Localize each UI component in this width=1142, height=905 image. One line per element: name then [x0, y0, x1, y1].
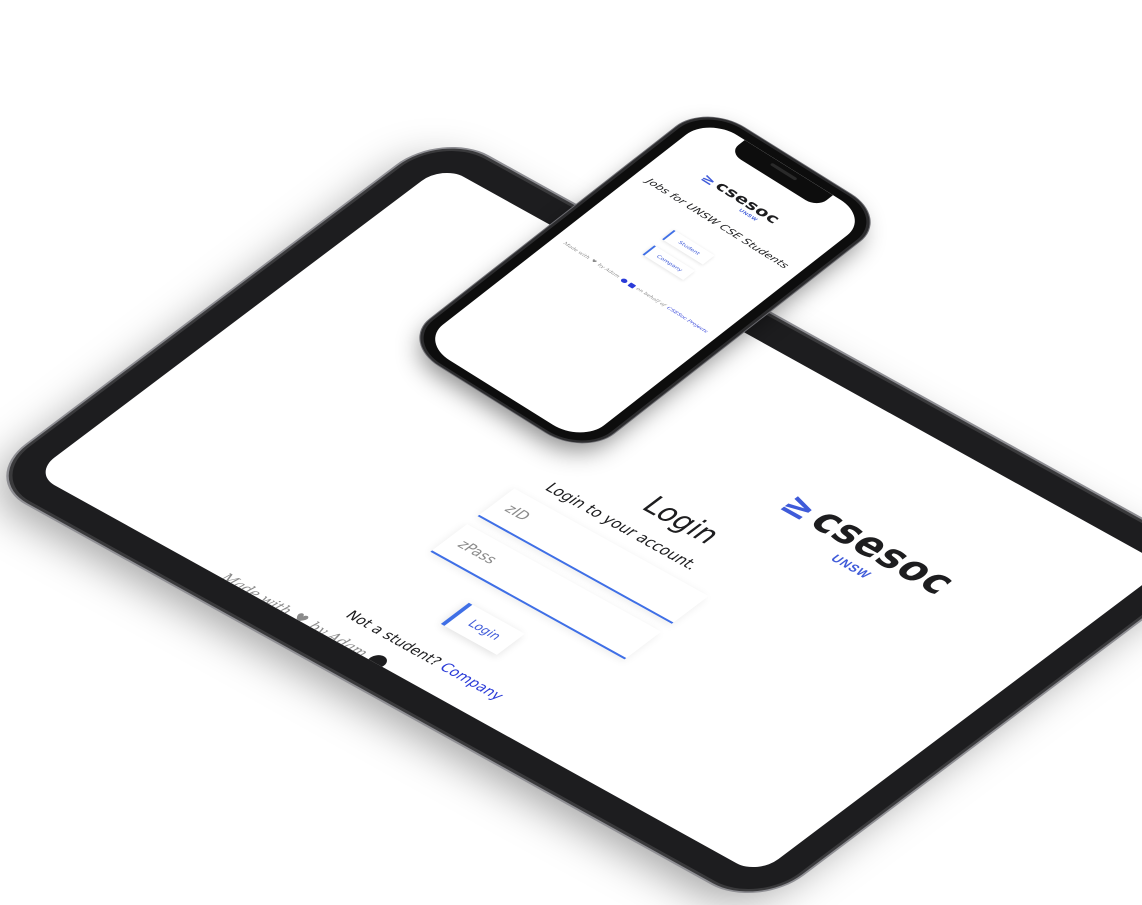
csesoc-logo-text: csesoc: [799, 501, 968, 602]
footer-made-with: Made with: [216, 571, 297, 619]
github-icon[interactable]: [363, 652, 392, 671]
github-icon[interactable]: [619, 277, 629, 284]
footer-made-with: Made with: [561, 241, 591, 261]
footer-on-behalf: on behalf of: [634, 286, 667, 308]
linkedin-icon[interactable]: [626, 282, 636, 289]
footer-by: by Adam: [596, 262, 621, 279]
login-button[interactable]: Login: [440, 602, 525, 655]
speaker-icon: [769, 162, 798, 181]
company-link[interactable]: Company: [435, 660, 507, 703]
heart-icon: ♥: [589, 258, 598, 265]
csesoc-projects-link[interactable]: CSESoc Projects: [665, 306, 708, 334]
not-student-text: Not a student?: [341, 608, 446, 669]
